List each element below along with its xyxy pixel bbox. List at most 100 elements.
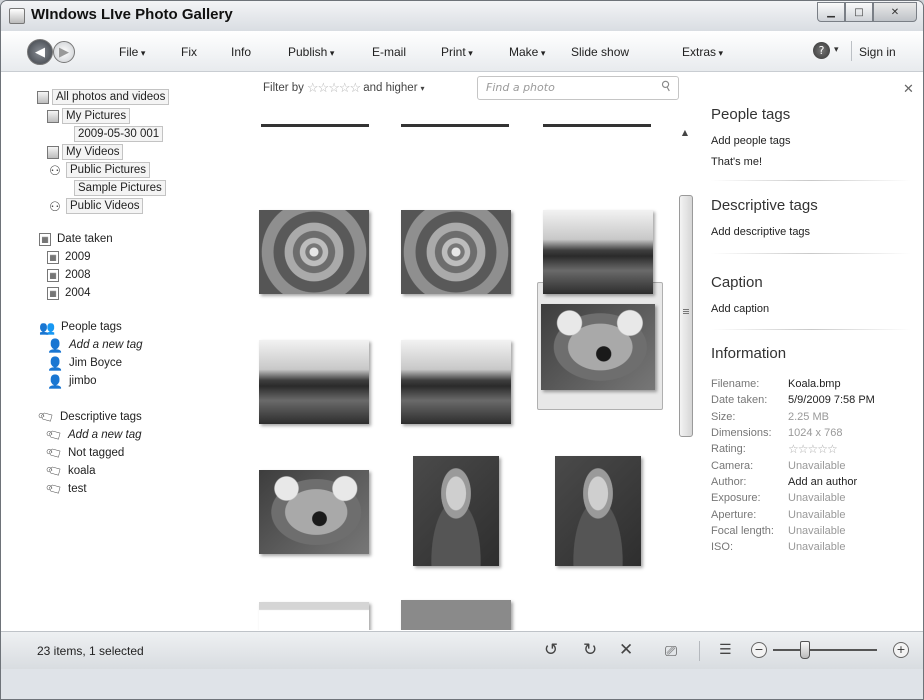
photo-thumbnail-flower[interactable] <box>259 210 369 294</box>
tree-people-tags[interactable]: 👥 People tags <box>39 320 125 334</box>
details-view-icon[interactable]: ☰ <box>719 642 732 658</box>
descriptive-tags-heading: Descriptive tags <box>711 197 818 214</box>
sign-in-link[interactable]: Sign in <box>859 45 896 59</box>
menu-publish[interactable]: Publish ▾ <box>288 45 334 59</box>
chevron-down-icon: ▾ <box>716 48 724 58</box>
photo-thumbnail-group[interactable] <box>401 600 511 630</box>
info-row: Rating: ☆☆☆☆☆ <box>711 441 875 457</box>
zoom-in-icon[interactable]: + <box>893 642 909 658</box>
status-separator <box>699 641 700 661</box>
tree-tags-item[interactable]: 🏷 test <box>44 478 90 499</box>
menu-info[interactable]: Info <box>231 45 251 59</box>
close-window-button[interactable]: ✕ <box>873 2 917 22</box>
info-value: Unavailable <box>788 508 846 521</box>
tree-years-item[interactable]: ▦ 2008 <box>47 268 94 282</box>
menu-make[interactable]: Make ▾ <box>509 45 545 59</box>
photo-thumbnail-desert[interactable] <box>259 340 369 424</box>
chevron-down-icon[interactable]: ▾ <box>421 84 425 93</box>
rotate-left-icon[interactable]: ↺ <box>544 640 558 660</box>
tag-icon: 🏷 <box>44 478 65 499</box>
calendar-icon: ▦ <box>47 268 59 282</box>
menu-extras[interactable]: Extras ▾ <box>682 45 723 59</box>
add-descriptive-tags-link[interactable]: Add descriptive tags <box>711 226 810 238</box>
info-value[interactable]: Add an author <box>788 476 857 488</box>
info-key: ISO: <box>711 541 734 554</box>
tree-all-photos[interactable]: All photos and videos <box>37 89 170 105</box>
info-row: Date taken: 5/9/2009 7:58 PM <box>711 392 875 408</box>
zoom-slider-handle[interactable] <box>800 641 811 659</box>
tree-people-item[interactable]: 👤 Add a new tag <box>47 338 146 352</box>
forward-button[interactable]: ▶ <box>53 41 75 63</box>
tree-my-pictures[interactable]: My Pictures <box>47 108 131 124</box>
info-row: Exposure: Unavailable <box>711 490 875 506</box>
photo-thumbnail-koala[interactable] <box>259 470 369 554</box>
thats-me-link[interactable]: That's me! <box>711 156 762 168</box>
close-pane-icon[interactable]: ✕ <box>903 82 914 97</box>
vertical-scrollbar[interactable]: ▲ ▼ <box>677 120 693 654</box>
tree-descriptive-tags[interactable]: 🏷 Descriptive tags <box>36 406 145 427</box>
help-dropdown-icon[interactable]: ▾ <box>834 45 839 55</box>
rating-filter[interactable]: Filter by ☆☆☆☆☆ and higher ▾ <box>263 80 425 96</box>
tree-date-taken[interactable]: ▦ Date taken <box>39 232 116 246</box>
chevron-down-icon: ▾ <box>538 48 546 58</box>
tree-sample-pictures[interactable]: Sample Pictures <box>59 180 166 196</box>
info-row: Camera: Unavailable <box>711 457 875 473</box>
info-value[interactable]: ☆☆☆☆☆ <box>788 442 838 456</box>
search-icon[interactable]: ⚲ <box>659 78 675 96</box>
menu-print[interactable]: Print ▾ <box>441 45 473 59</box>
photo-thumbnail-desert[interactable] <box>401 340 511 424</box>
tree-tags-item[interactable]: 🏷 Add a new tag <box>44 425 145 445</box>
menu-fix[interactable]: Fix <box>181 45 197 59</box>
back-button[interactable]: ◀ <box>27 39 53 65</box>
info-value: Koala.bmp <box>788 378 841 391</box>
scrollbar-thumb[interactable] <box>679 195 693 437</box>
tree-folder-2009[interactable]: 2009-05-30 001 <box>59 126 164 142</box>
menu-slide-show[interactable]: Slide show <box>571 45 629 59</box>
add-caption-link[interactable]: Add caption <box>711 303 769 315</box>
people-tags-heading: People tags <box>711 106 791 123</box>
slideshow-icon[interactable]: ⎚ <box>665 642 677 660</box>
help-icon[interactable]: ? <box>813 42 830 59</box>
zoom-slider[interactable] <box>773 649 877 651</box>
toolbar-separator <box>851 41 852 61</box>
thumbnail-grid <box>243 108 673 630</box>
tree-people-item[interactable]: 👤 jimbo <box>47 374 99 388</box>
tag-icon: 🏷 <box>36 406 57 427</box>
info-row: Size: 2.25 MB <box>711 409 875 425</box>
tree-tags-item[interactable]: 🏷 koala <box>44 460 99 481</box>
info-row: ISO: Unavailable <box>711 539 875 555</box>
photo-thumbnail-portrait[interactable] <box>555 456 641 566</box>
menu-e-mail[interactable]: E-mail <box>372 45 406 59</box>
menu-file[interactable]: File ▾ <box>119 45 145 59</box>
scroll-up-icon[interactable]: ▲ <box>677 126 693 140</box>
info-value: Unavailable <box>788 459 846 472</box>
rotate-right-icon[interactable]: ↻ <box>583 640 597 660</box>
tree-public-videos[interactable]: ⚇ Public Videos <box>47 198 144 214</box>
search-input[interactable]: Find a photo ⚲ <box>477 76 679 100</box>
photo-thumbnail-portrait[interactable] <box>413 456 499 566</box>
tag-icon: 🏷 <box>44 460 65 481</box>
add-people-tags-link[interactable]: Add people tags <box>711 135 791 147</box>
minimize-button[interactable]: ▁ <box>817 2 845 22</box>
divider <box>711 180 911 181</box>
tree-people-item[interactable]: 👤 Jim Boyce <box>47 356 125 370</box>
rating-filter-stars-icon[interactable]: ☆☆☆☆☆ <box>307 80 361 96</box>
chevron-down-icon: ▾ <box>138 48 146 58</box>
toolbar: ◀ ▶ File ▾ Fix Info Publish ▾ E-mail Print ▾ M… <box>1 31 923 72</box>
info-row: Aperture: Unavailable <box>711 506 875 522</box>
info-value: Unavailable <box>788 524 846 537</box>
item-count: 23 items, 1 selected <box>37 644 144 658</box>
tree-my-videos[interactable]: My Videos <box>47 144 124 160</box>
maximize-button[interactable]: □ <box>845 2 873 22</box>
delete-icon[interactable]: ✕ <box>619 640 633 660</box>
tree-years-item[interactable]: ▦ 2009 <box>47 250 94 264</box>
zoom-out-icon[interactable]: − <box>751 642 767 658</box>
grip-icon <box>683 309 689 310</box>
photo-thumbnail-flower[interactable] <box>401 210 511 294</box>
tree-tags-item[interactable]: 🏷 Not tagged <box>44 443 127 463</box>
tree-public-pictures[interactable]: ⚇ Public Pictures <box>47 162 151 178</box>
photo-thumbnail-desert[interactable] <box>543 210 653 294</box>
photo-thumbnail-screenshot[interactable] <box>259 602 369 630</box>
tree-years-item[interactable]: ▦ 2004 <box>47 286 94 300</box>
photo-thumbnail-koala[interactable] <box>541 304 655 390</box>
